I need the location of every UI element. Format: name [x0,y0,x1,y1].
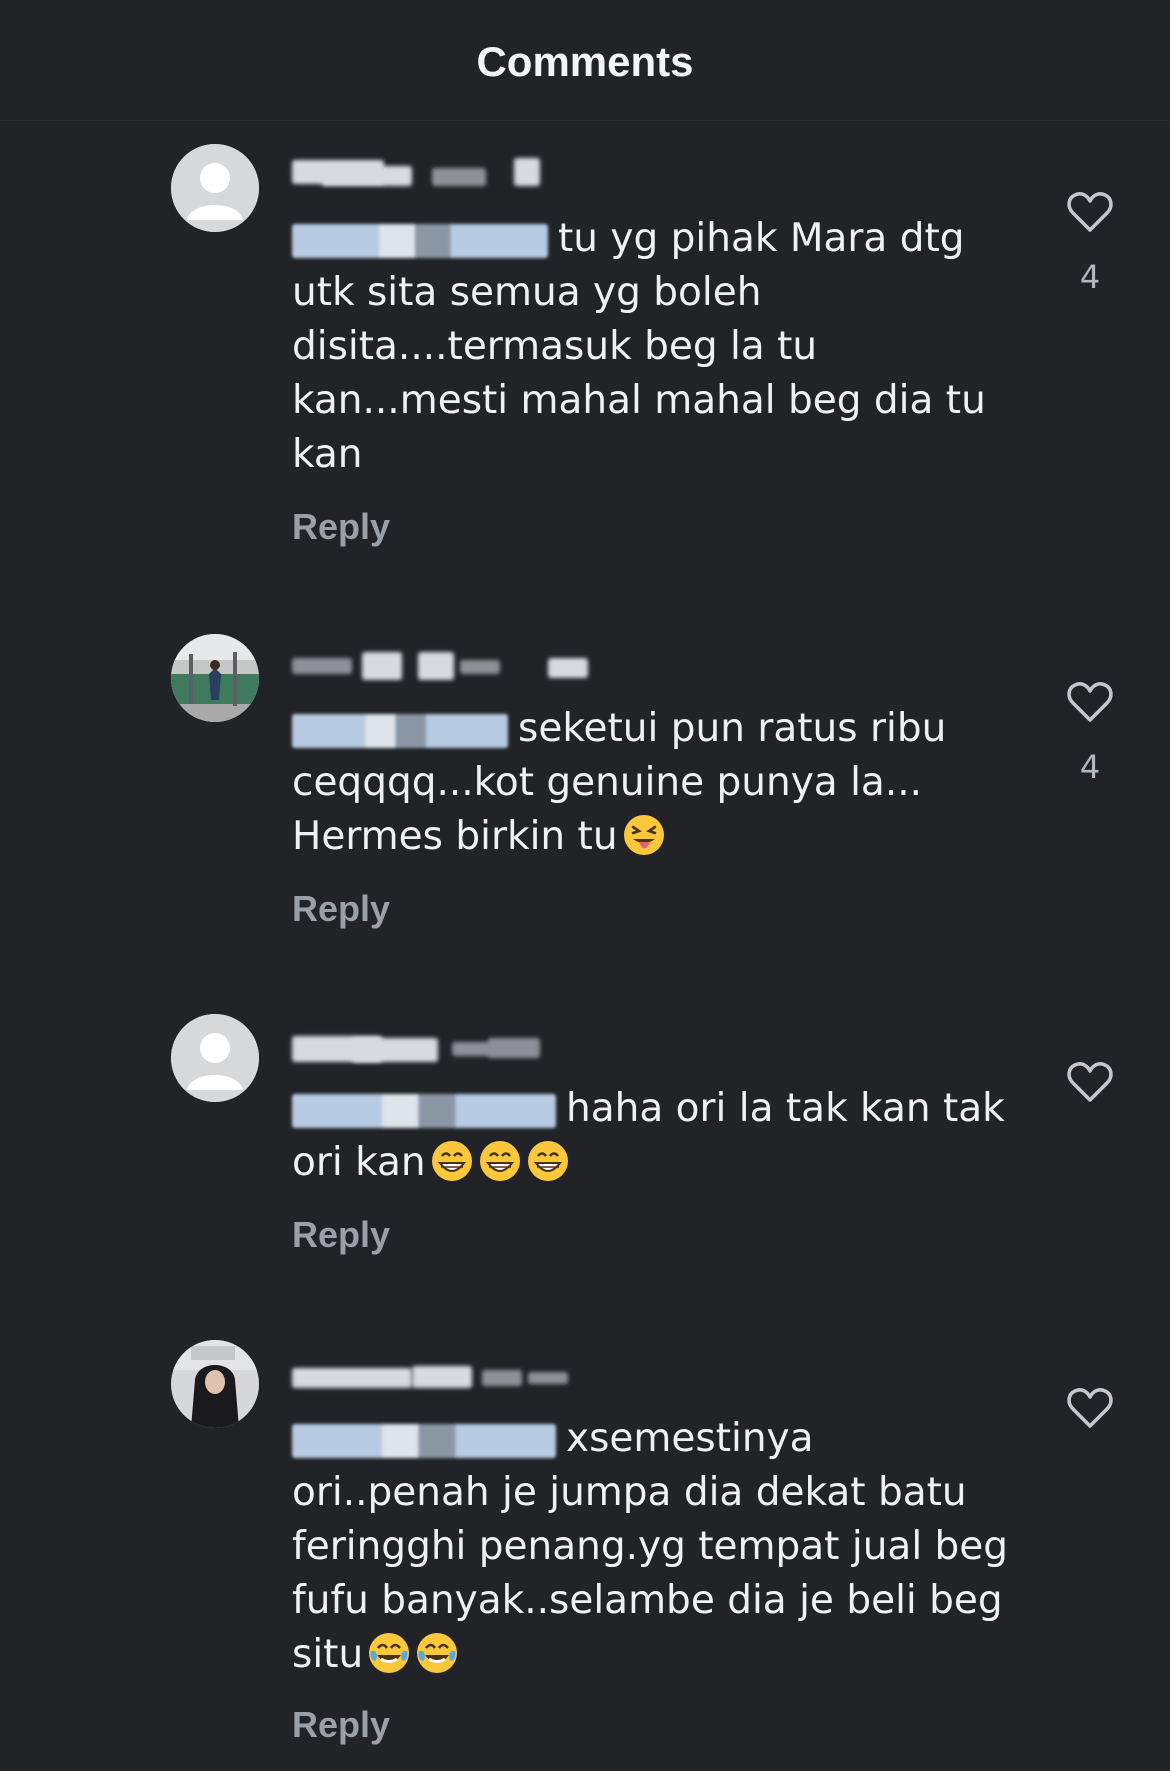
like-count: 4 [1079,258,1101,296]
grin-emoji [479,1141,520,1181]
like-count: 4 [1079,748,1101,786]
tongue-out-emoji [623,815,664,855]
comment-username-redacted[interactable] [292,1354,592,1394]
reply-button[interactable]: Reply [292,1214,390,1256]
mention-redacted[interactable] [292,223,548,258]
comment-username-redacted[interactable] [292,150,592,190]
comment-body: xsemestinya ori..penah je jumpa dia deka… [292,1412,1012,1682]
heart-icon[interactable] [1066,680,1114,724]
mention-redacted[interactable] [292,1423,556,1458]
mention-redacted[interactable] [292,713,508,748]
comments-header: Comments [0,0,1170,121]
grin-emoji [527,1141,568,1181]
heart-icon[interactable] [1066,1386,1114,1430]
comment-body: tu yg pihak Mara dtg utk sita semua yg b… [292,212,1012,482]
comment-username-redacted[interactable] [292,640,592,680]
page-title: Comments [476,38,694,85]
grin-emoji [431,1141,472,1181]
comment-body: haha ori la tak kan tak ori kan [292,1082,1012,1190]
comment-body: seketui pun ratus ribu ceqqqq...kot genu… [292,702,1012,864]
mention-redacted[interactable] [292,1093,556,1128]
tears-of-joy-emoji [417,1633,458,1673]
heart-icon[interactable] [1066,1060,1114,1104]
comments-screen: Comments 4 tu yg pihak Mara dtg utk sita… [0,0,1170,1771]
reply-button[interactable]: Reply [292,1704,390,1746]
heart-icon[interactable] [1066,190,1114,234]
reply-button[interactable]: Reply [292,506,390,548]
reply-button[interactable]: Reply [292,888,390,930]
user-avatar[interactable] [171,634,259,722]
default-avatar-icon[interactable] [171,144,259,232]
comment-username-redacted[interactable] [292,1020,592,1062]
user-avatar[interactable] [171,1340,259,1428]
default-avatar-icon[interactable] [171,1014,259,1102]
tears-of-joy-emoji [369,1633,410,1673]
